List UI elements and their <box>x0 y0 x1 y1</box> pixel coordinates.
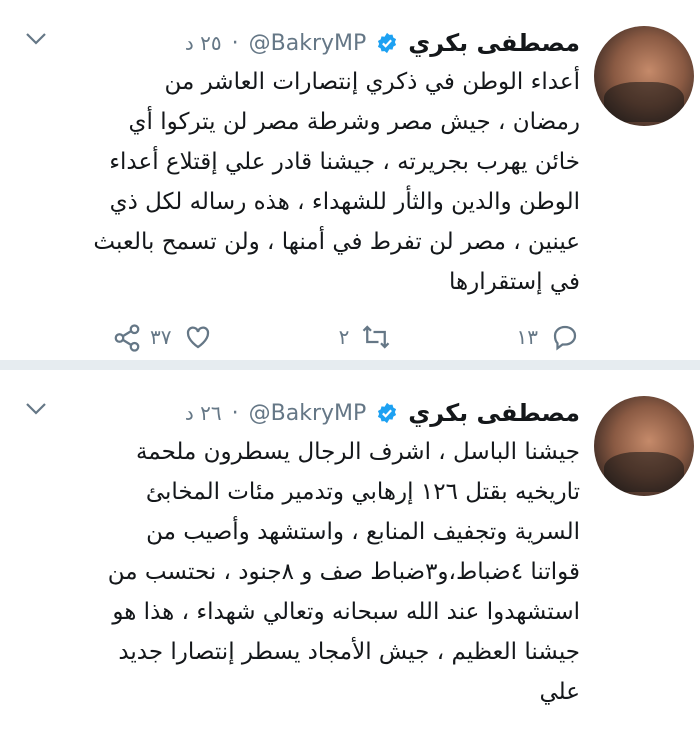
reply-button[interactable]: ١٣ <box>517 322 580 352</box>
tweet-text-line: جيشنا العظيم ، جيش الأمجاد يسطر إنتصارا … <box>118 639 580 665</box>
author-handle[interactable]: @BakryMP <box>249 401 367 426</box>
author-name[interactable]: مصطفى بكري <box>408 29 580 57</box>
tweet-text-line: قواتنا ٤ضباط،و٣ضباط صف و ٨جنود ، نحتسب م… <box>107 559 580 585</box>
like-count: ٣٧ <box>150 325 172 349</box>
tweet-text-line: استشهدوا عند الله سبحانه وتعالي شهداء ، … <box>112 599 580 625</box>
verified-badge-icon <box>378 32 397 54</box>
share-icon <box>114 324 140 352</box>
tweet-text-line: خائن يهرب بجريرته ، جيشنا قادر علي إقتلا… <box>109 149 580 175</box>
tweet-header: مصطفى بكري @BakryMP · ٢٥ د <box>20 26 580 60</box>
tweet-text: أعداء الوطن في ذكري إنتصارات العاشر من ر… <box>12 62 580 302</box>
tweet-text: جيشنا الباسل ، اشرف الرجال يسطرون ملحمة … <box>12 432 580 712</box>
tweet-text-line: رمضان ، جيش مصر وشرطة مصر لن يتركوا أي <box>128 109 580 135</box>
timestamp[interactable]: ٢٦ د <box>185 401 222 425</box>
like-icon <box>187 326 210 349</box>
tweet-text-line: عينين ، مصر لن تفرط في أمنها ، ولن تسمح … <box>93 229 580 255</box>
separator-dot: · <box>231 400 239 426</box>
timestamp[interactable]: ٢٥ د <box>185 31 222 55</box>
retweet-button[interactable]: ٢ <box>339 322 392 352</box>
tweet-text-line: الوطن والدين والثأر للشهداء ، هذه رساله … <box>109 189 580 215</box>
tweet-text-line: السرية وتجفيف المنابع ، واستشهد وأصيب من <box>146 519 580 545</box>
like-button[interactable]: ٣٧ <box>150 322 213 352</box>
author-name[interactable]: مصطفى بكري <box>408 399 580 427</box>
tweet-text-line: أعداء الوطن في ذكري إنتصارات العاشر من <box>164 69 580 95</box>
reply-count: ١٣ <box>516 325 538 349</box>
chevron-down-icon[interactable] <box>24 30 48 48</box>
retweet-icon <box>363 325 390 349</box>
reply-icon <box>553 325 577 351</box>
chevron-down-icon[interactable] <box>24 400 48 418</box>
tweet-text-line: تاريخيه بقتل ١٢٦ إرهابي وتدمير مئات المخ… <box>145 479 580 505</box>
tweet-text-line: علي <box>539 679 580 705</box>
timeline-divider <box>0 360 700 370</box>
tweet-text-line: جيشنا الباسل ، اشرف الرجال يسطرون ملحمة <box>135 439 580 465</box>
tweet-header: مصطفى بكري @BakryMP · ٢٦ د <box>20 396 580 430</box>
tweet-text-line: في إستقرارها <box>448 269 580 295</box>
tweet-2[interactable]: مصطفى بكري @BakryMP · ٢٦ د جيشنا الباسل … <box>0 370 700 730</box>
avatar[interactable] <box>594 26 694 126</box>
retweet-count: ٢ <box>338 325 350 349</box>
tweet-1[interactable]: مصطفى بكري @BakryMP · ٢٥ د أعداء الوطن ف… <box>0 0 700 360</box>
verified-badge-icon <box>378 402 397 424</box>
tweet-actions: ١٣ ٢ ٣٧ <box>150 320 580 354</box>
author-handle[interactable]: @BakryMP <box>249 31 367 56</box>
avatar[interactable] <box>594 396 694 496</box>
separator-dot: · <box>231 30 239 56</box>
share-button[interactable] <box>112 323 142 357</box>
